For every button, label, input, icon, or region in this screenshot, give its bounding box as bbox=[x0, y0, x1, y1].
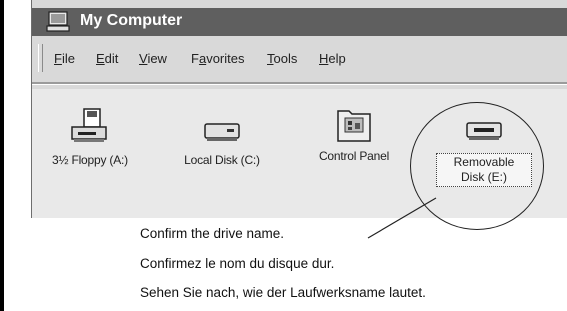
instruction-english: Confirm the drive name. bbox=[140, 226, 285, 241]
instruction-french: Confirmez le nom du disque dur. bbox=[140, 256, 335, 271]
instruction-german: Sehen Sie nach, wie der Laufwerksname la… bbox=[140, 285, 426, 300]
